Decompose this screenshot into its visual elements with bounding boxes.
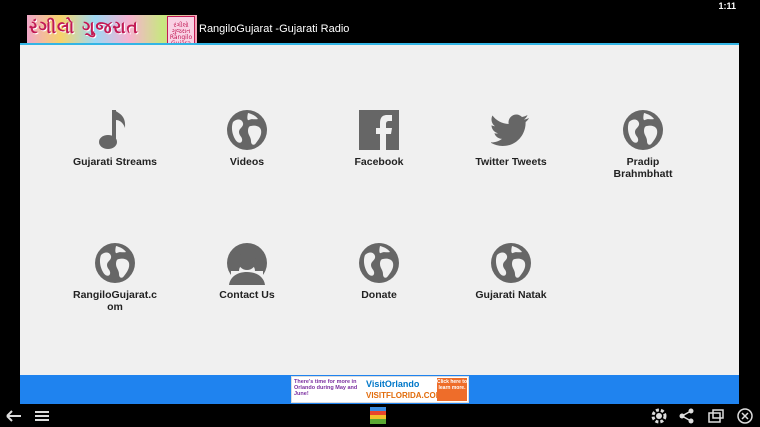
globe-icon [227, 110, 267, 150]
logo-text: રંગીલો ગુજરાત [29, 18, 139, 38]
ad-subtitle: VISITFLORIDA.COM [366, 391, 443, 400]
grid-item-label: Videos [229, 156, 265, 168]
facebook-icon [359, 110, 399, 150]
status-clock: 1:11 [718, 1, 736, 11]
screen-rotate-icon[interactable] [706, 406, 726, 426]
bottom-nav-bar [0, 404, 760, 427]
grid-item-gujarati-streams[interactable]: Gujarati Streams [49, 90, 181, 200]
app-title: RangiloGujarat -Gujarati Radio [199, 23, 350, 35]
twitter-bird-icon [491, 114, 529, 146]
grid-item-label: Gujarati Streams [72, 156, 158, 168]
grid-item-facebook[interactable]: Facebook [313, 90, 445, 200]
grid-item-rangilogujarat-com[interactable]: RangiloGujarat.com [49, 223, 181, 333]
close-icon[interactable] [735, 406, 755, 426]
ad-headline: There's time for more in Orlando during … [294, 379, 358, 397]
ad-cta-button[interactable]: Click here to learn more. [437, 378, 467, 401]
content-panel: Gujarati Streams Videos Facebook Twitter… [20, 45, 739, 375]
share-icon[interactable] [677, 406, 697, 426]
grid-item-label: Gujarati Natak [475, 289, 547, 301]
person-icon [227, 243, 267, 285]
globe-icon [95, 243, 135, 283]
globe-icon [491, 243, 531, 283]
ad-bar: There's time for more in Orlando during … [20, 375, 739, 404]
grid-item-label: Pradip Brahmbhatt [613, 156, 673, 180]
globe-icon [623, 110, 663, 150]
logo-badge-text: રંગીલો ગુજરાત Rangilo Gujarat.com [169, 22, 193, 44]
grid-item-label: RangiloGujarat.com [72, 289, 157, 313]
grid-item-donate[interactable]: Donate [313, 223, 445, 333]
grid-item-label: Donate [361, 289, 397, 301]
globe-icon [359, 243, 399, 283]
grid-item-contact-us[interactable]: Contact Us [181, 223, 313, 333]
status-bar: 1:11 [0, 0, 760, 14]
action-bar: રંગીલો ગુજરાત રંગીલો ગુજરાત Rangilo Guja… [0, 14, 760, 44]
grid-item-label: Contact Us [219, 289, 275, 301]
music-note-icon [99, 110, 126, 149]
ad-banner[interactable]: There's time for more in Orlando during … [291, 376, 469, 403]
bluestacks-icon[interactable] [368, 406, 388, 426]
grid-item-pradip-brahmbhatt[interactable]: Pradip Brahmbhatt [577, 90, 709, 200]
grid-item-label: Twitter Tweets [475, 156, 547, 168]
grid-item-twitter-tweets[interactable]: Twitter Tweets [445, 90, 577, 200]
app-logo[interactable]: રંગીલો ગુજરાત રંગીલો ગુજરાત Rangilo Guja… [27, 15, 197, 43]
grid-item-gujarati-natak[interactable]: Gujarati Natak [445, 223, 577, 333]
grid-item-videos[interactable]: Videos [181, 90, 313, 200]
menu-icon[interactable] [32, 406, 52, 426]
ad-brand: VisitOrlando [366, 379, 420, 389]
logo-badge: રંગીલો ગુજરાત Rangilo Gujarat.com [167, 16, 195, 43]
grid-item-label: Facebook [354, 156, 404, 168]
back-arrow-icon[interactable] [4, 406, 24, 426]
settings-icon[interactable] [649, 406, 669, 426]
